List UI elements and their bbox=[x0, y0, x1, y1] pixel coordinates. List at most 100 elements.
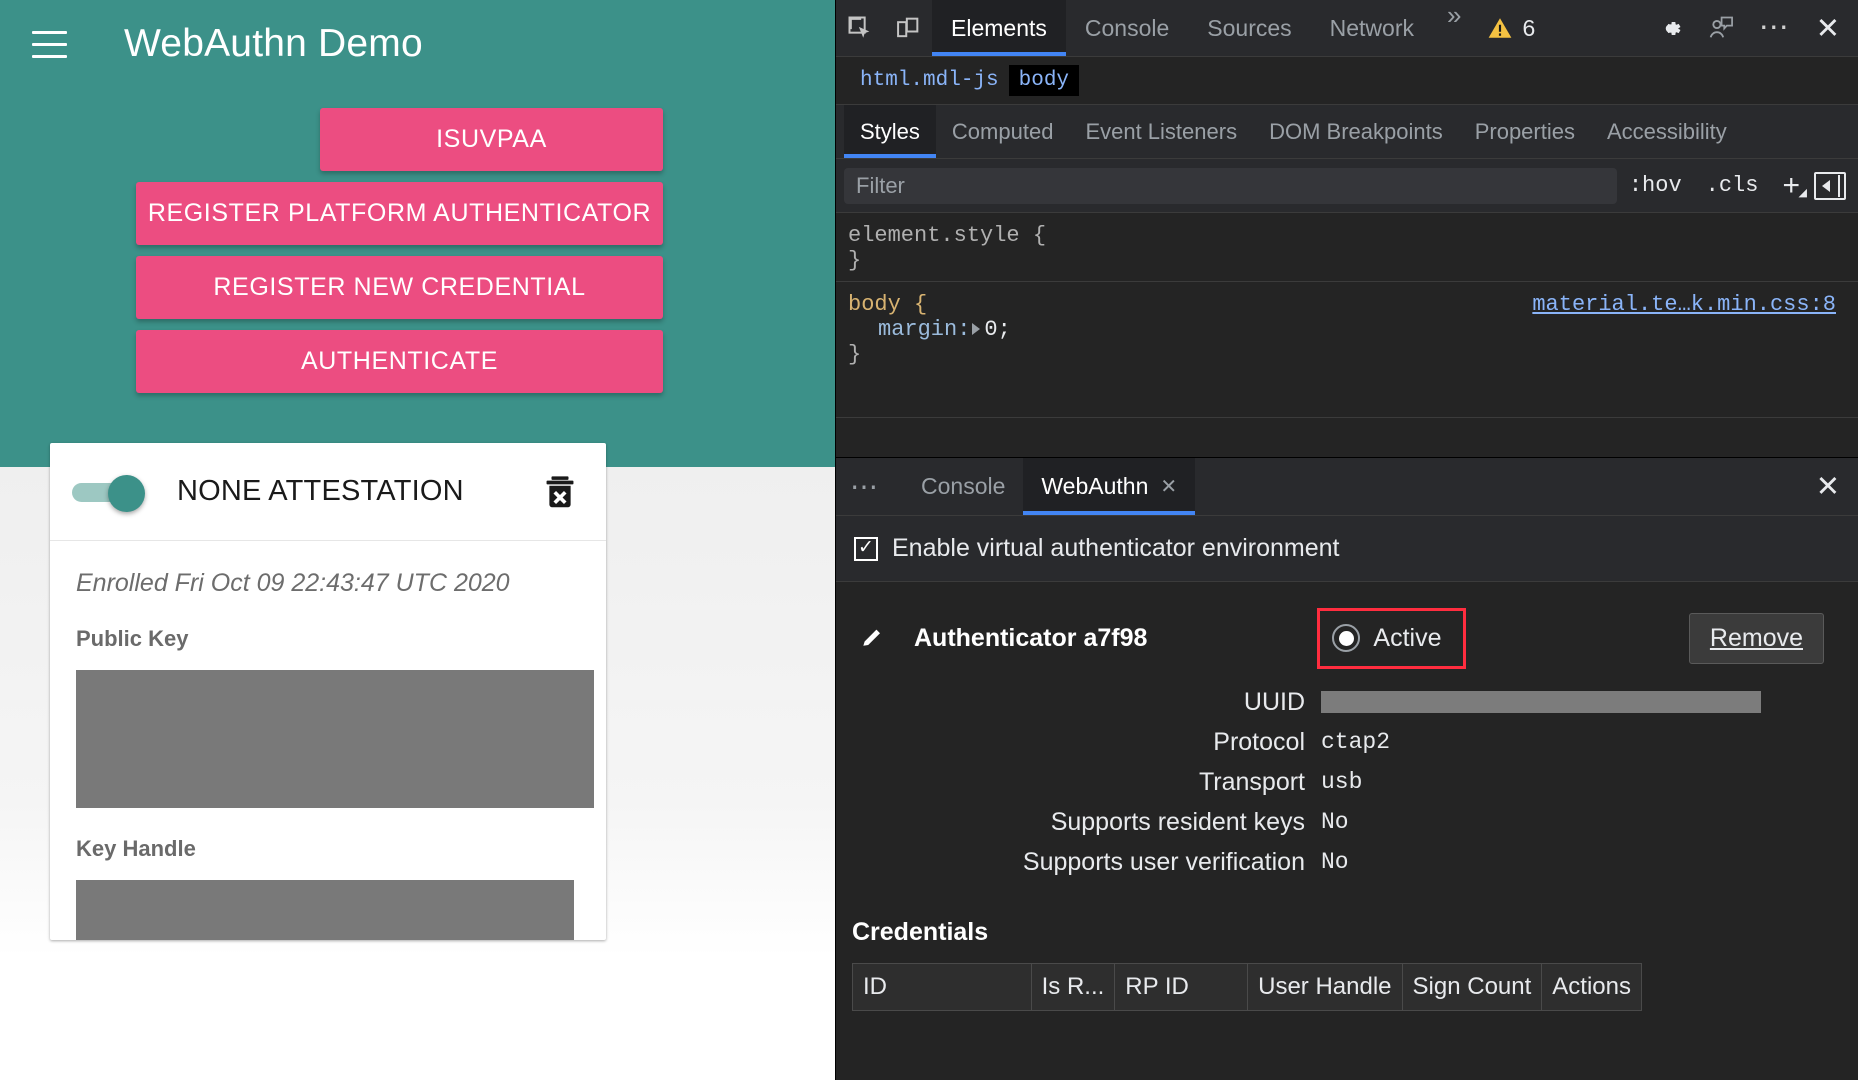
enrolled-timestamp: Enrolled Fri Oct 09 22:43:47 UTC 2020 bbox=[76, 569, 580, 598]
breadcrumb-body[interactable]: body bbox=[1009, 65, 1079, 96]
drawer-tab-close-icon[interactable]: ✕ bbox=[1160, 474, 1177, 499]
drawer-tab-webauthn[interactable]: WebAuthn ✕ bbox=[1023, 458, 1195, 515]
authenticator-header: Authenticator a7f98 Active Remove bbox=[836, 610, 1858, 666]
warning-count: 6 bbox=[1522, 15, 1535, 42]
more-tabs-chevron-icon[interactable]: » bbox=[1433, 0, 1475, 56]
property-row-resident-keys: Supports resident keys No bbox=[836, 802, 1858, 842]
edit-authenticator-name-button[interactable] bbox=[852, 625, 892, 651]
warning-triangle-icon bbox=[1487, 15, 1513, 41]
tab-sources[interactable]: Sources bbox=[1188, 0, 1310, 56]
tab-console[interactable]: Console bbox=[1066, 0, 1188, 56]
property-row-transport: Transport usb bbox=[836, 762, 1858, 802]
screen-root: WebAuthn Demo ISUVPAA REGISTER PLATFORM … bbox=[0, 0, 1858, 1080]
gear-icon bbox=[1659, 15, 1686, 42]
delete-credential-button[interactable] bbox=[540, 470, 580, 514]
plus-caret-icon: ◢ bbox=[1799, 186, 1807, 199]
hamburger-line bbox=[32, 43, 67, 46]
enable-virtual-authenticator-row[interactable]: ✓ Enable virtual authenticator environme… bbox=[836, 516, 1858, 582]
web-page-pane: WebAuthn Demo ISUVPAA REGISTER PLATFORM … bbox=[0, 0, 835, 1080]
app-header: WebAuthn Demo ISUVPAA REGISTER PLATFORM … bbox=[0, 0, 835, 467]
styles-filter-input[interactable] bbox=[844, 168, 1617, 204]
property-key: UUID bbox=[836, 688, 1321, 717]
expand-shorthand-icon[interactable] bbox=[972, 323, 980, 335]
credential-card: NONE ATTESTATION Enrolled Fri Oct 09 22:… bbox=[50, 443, 606, 940]
tab-accessibility[interactable]: Accessibility bbox=[1591, 105, 1743, 158]
drawer-more-tabs-icon[interactable]: ⋯ bbox=[836, 458, 903, 515]
toggle-computed-sidebar-button[interactable] bbox=[1814, 172, 1846, 200]
tab-properties[interactable]: Properties bbox=[1459, 105, 1591, 158]
column-header-rp-id[interactable]: RP ID bbox=[1115, 964, 1248, 1011]
property-key: Protocol bbox=[836, 728, 1321, 757]
devtools-drawer: ⋯ Console WebAuthn ✕ ✕ ✓ Enable virtual … bbox=[836, 457, 1858, 1080]
style-rule-element-style[interactable]: element.style { } bbox=[836, 213, 1858, 281]
authenticator-properties: UUID Protocol ctap2 Transport usb Suppor… bbox=[836, 682, 1858, 882]
hover-state-button[interactable]: :hov bbox=[1617, 173, 1694, 198]
tab-styles[interactable]: Styles bbox=[844, 105, 936, 158]
settings-button[interactable] bbox=[1649, 15, 1697, 42]
property-key: Transport bbox=[836, 768, 1321, 797]
warning-indicator[interactable]: 6 bbox=[1475, 0, 1547, 56]
enable-virtual-authenticator-checkbox[interactable]: ✓ bbox=[854, 537, 878, 561]
devtools-pane: Elements Console Sources Network » 6 bbox=[835, 0, 1858, 1080]
register-platform-authenticator-button[interactable]: REGISTER PLATFORM AUTHENTICATOR bbox=[136, 182, 663, 245]
tab-computed[interactable]: Computed bbox=[936, 105, 1070, 158]
tab-dom-breakpoints[interactable]: DOM Breakpoints bbox=[1253, 105, 1459, 158]
pencil-edit-icon bbox=[859, 625, 885, 651]
device-toolbar-button[interactable] bbox=[884, 0, 932, 56]
column-header-id[interactable]: ID bbox=[853, 964, 1032, 1011]
key-handle-label: Key Handle bbox=[76, 836, 580, 862]
toggle-sidebar-icon bbox=[1822, 180, 1830, 192]
devtools-close-icon[interactable]: ✕ bbox=[1806, 11, 1858, 46]
tab-elements[interactable]: Elements bbox=[932, 0, 1066, 56]
tab-network[interactable]: Network bbox=[1311, 0, 1433, 56]
credentials-table: ID Is R... RP ID User Handle Sign Count … bbox=[852, 963, 1642, 1011]
column-header-actions[interactable]: Actions bbox=[1542, 964, 1642, 1011]
key-handle-value-redacted bbox=[76, 880, 574, 940]
column-header-sign-count[interactable]: Sign Count bbox=[1402, 964, 1542, 1011]
drawer-close-icon[interactable]: ✕ bbox=[1798, 458, 1858, 515]
radio-outer-icon bbox=[1332, 624, 1360, 652]
page-title: WebAuthn Demo bbox=[124, 22, 423, 66]
feedback-account-button[interactable] bbox=[1697, 14, 1745, 42]
attestation-toggle-switch[interactable] bbox=[72, 478, 144, 506]
property-value-redacted bbox=[1321, 691, 1761, 713]
credentials-header-row: ID Is R... RP ID User Handle Sign Count … bbox=[853, 964, 1642, 1011]
tab-event-listeners[interactable]: Event Listeners bbox=[1069, 105, 1253, 158]
remove-authenticator-button[interactable]: Remove bbox=[1689, 613, 1824, 664]
toolbar-right-group: ⋯ ✕ bbox=[1649, 0, 1858, 56]
rule-declaration[interactable]: margin:0; bbox=[848, 317, 1858, 342]
drawer-tab-console[interactable]: Console bbox=[903, 458, 1023, 515]
register-new-credential-button[interactable]: REGISTER NEW CREDENTIAL bbox=[136, 256, 663, 319]
rule-close-brace: } bbox=[848, 248, 1858, 273]
styles-rules-pane: element.style { } body { material.te…k.m… bbox=[836, 213, 1858, 417]
authenticator-active-radio[interactable]: Active bbox=[1317, 608, 1466, 669]
devtools-main-toolbar: Elements Console Sources Network » 6 bbox=[836, 0, 1858, 57]
credential-card-header: NONE ATTESTATION bbox=[50, 443, 606, 541]
devtools-more-options-icon[interactable]: ⋯ bbox=[1745, 13, 1806, 43]
property-key: Supports user verification bbox=[836, 848, 1321, 877]
breadcrumb-html[interactable]: html.mdl-js bbox=[850, 65, 1009, 96]
styles-sidebar-tabs: Styles Computed Event Listeners DOM Brea… bbox=[836, 105, 1858, 159]
new-style-rule-button[interactable]: +◢ bbox=[1770, 169, 1808, 203]
credential-card-title: NONE ATTESTATION bbox=[177, 475, 464, 508]
authenticate-button[interactable]: AUTHENTICATE bbox=[136, 330, 663, 393]
column-header-is-resident[interactable]: Is R... bbox=[1031, 964, 1115, 1011]
inspect-element-icon bbox=[846, 14, 874, 42]
rule-close-brace: } bbox=[848, 342, 1858, 367]
column-header-user-handle[interactable]: User Handle bbox=[1248, 964, 1402, 1011]
styles-pane-filler bbox=[836, 417, 1858, 457]
hamburger-menu-icon[interactable] bbox=[22, 17, 76, 71]
toggle-thumb bbox=[108, 475, 145, 512]
declaration-value: 0; bbox=[984, 317, 1010, 342]
isuvpaa-button[interactable]: ISUVPAA bbox=[320, 108, 663, 171]
style-rule-body[interactable]: body { material.te…k.min.css:8 margin:0;… bbox=[836, 281, 1858, 375]
inspect-element-button[interactable] bbox=[836, 0, 884, 56]
active-label: Active bbox=[1373, 624, 1441, 653]
property-value: No bbox=[1321, 809, 1349, 835]
property-value: No bbox=[1321, 849, 1349, 875]
credential-card-body: Enrolled Fri Oct 09 22:43:47 UTC 2020 Pu… bbox=[50, 541, 606, 940]
app-header-bar: WebAuthn Demo bbox=[0, 0, 835, 88]
drawer-tab-webauthn-label: WebAuthn bbox=[1041, 473, 1148, 500]
stylesheet-source-link[interactable]: material.te…k.min.css:8 bbox=[1532, 292, 1836, 317]
element-classes-button[interactable]: .cls bbox=[1694, 173, 1771, 198]
